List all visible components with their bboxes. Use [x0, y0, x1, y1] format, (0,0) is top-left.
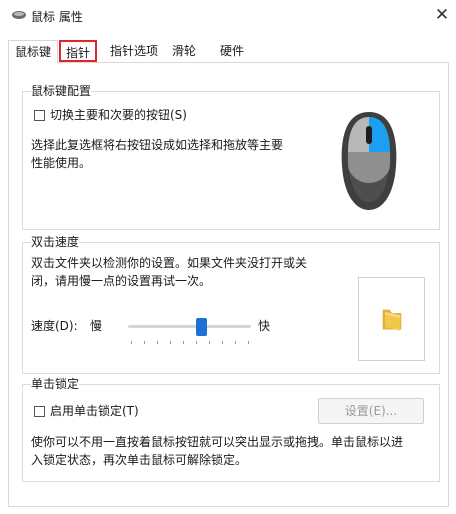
- switch-buttons-label[interactable]: 切换主要和次要的按钮(S): [50, 106, 187, 124]
- speed-slider-thumb[interactable]: [196, 318, 207, 336]
- slider-tick: [209, 341, 210, 344]
- window-title: 鼠标 属性: [31, 10, 83, 24]
- test-folder-area[interactable]: [358, 277, 425, 361]
- switch-buttons-checkbox[interactable]: [34, 110, 45, 121]
- slow-label: 慢: [90, 319, 103, 333]
- folder-icon: [382, 309, 402, 331]
- speed-slider-track[interactable]: [128, 325, 251, 328]
- close-button[interactable]: ✕: [432, 5, 452, 25]
- active-tab-joint: [9, 61, 57, 63]
- click-lock-description-1: 使你可以不用一直按着鼠标按钮就可以突出显示或拖拽。单击鼠标以进: [31, 435, 404, 449]
- click-lock-description-2: 入锁定状态，再次单击鼠标可解除锁定。: [31, 453, 248, 467]
- slider-tick: [131, 341, 132, 344]
- double-click-description-1: 双击文件夹以检测你的设置。如果文件夹没打开或关: [31, 256, 308, 270]
- close-icon: ✕: [434, 5, 450, 25]
- slider-tick: [248, 341, 249, 344]
- tab-wheel[interactable]: 滑轮: [166, 40, 202, 62]
- title-bar: 鼠标 属性 ✕: [0, 0, 456, 30]
- slider-tick: [170, 341, 171, 344]
- tab-buttons[interactable]: 鼠标键: [8, 40, 58, 63]
- slider-tick: [196, 341, 197, 344]
- speed-label: 速度(D):: [31, 319, 78, 333]
- slider-tick: [222, 341, 223, 344]
- tab-hardware[interactable]: 硬件: [214, 40, 250, 62]
- slider-tick: [183, 341, 184, 344]
- slider-tick: [235, 341, 236, 344]
- tab-pointers[interactable]: 指针: [59, 40, 97, 62]
- double-click-description-2: 闭，请用慢一点的设置再试一次。: [31, 274, 212, 288]
- click-lock-label[interactable]: 启用单击锁定(T): [50, 402, 139, 420]
- settings-button: 设置(E)...: [318, 398, 424, 424]
- click-lock-checkbox[interactable]: [34, 406, 45, 417]
- fast-label: 快: [258, 319, 271, 333]
- button-config-description-1: 选择此复选框将右按钮设成如选择和拖放等主要: [31, 138, 284, 152]
- button-config-title: 鼠标键配置: [31, 82, 92, 99]
- mouse-illustration-icon: [312, 94, 426, 226]
- mouse-icon: [12, 11, 26, 19]
- double-click-title: 双击速度: [31, 233, 80, 250]
- slider-tick: [157, 341, 158, 344]
- tab-pointer-options[interactable]: 指针选项: [105, 40, 163, 62]
- click-lock-title: 单击锁定: [31, 375, 80, 392]
- button-config-description-2: 性能使用。: [31, 156, 92, 170]
- slider-tick: [144, 341, 145, 344]
